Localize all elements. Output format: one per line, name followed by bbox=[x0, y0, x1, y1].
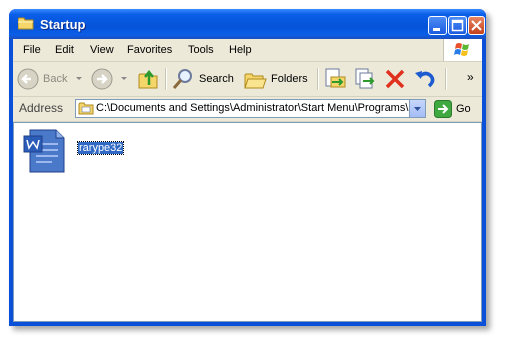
standard-toolbar: Back Search Folders » bbox=[13, 62, 482, 97]
undo-button[interactable] bbox=[413, 66, 437, 92]
toolbar-separator bbox=[165, 68, 167, 90]
forward-dropdown-icon[interactable] bbox=[121, 77, 127, 81]
go-arrow-icon bbox=[434, 100, 452, 118]
menu-tools[interactable]: Tools bbox=[188, 44, 214, 56]
undo-icon bbox=[415, 71, 435, 88]
back-label: Back bbox=[43, 73, 68, 85]
back-button[interactable]: Back bbox=[17, 66, 67, 92]
forward-arrow-icon bbox=[91, 68, 113, 90]
move-to-icon bbox=[325, 68, 346, 88]
file-item[interactable]: rarype32 bbox=[22, 128, 125, 177]
folders-icon bbox=[244, 73, 267, 89]
menu-help[interactable]: Help bbox=[229, 44, 252, 56]
toolbar-separator bbox=[445, 68, 447, 90]
menu-favorites[interactable]: Favorites bbox=[127, 44, 172, 56]
folder-icon bbox=[78, 102, 94, 115]
search-icon bbox=[172, 69, 192, 89]
forward-button[interactable] bbox=[91, 66, 113, 92]
minimize-icon bbox=[433, 28, 440, 31]
menu-file[interactable]: File bbox=[23, 44, 41, 56]
menu-bar: File Edit View Favorites Tools Help bbox=[13, 39, 482, 62]
minimize-button[interactable] bbox=[428, 16, 447, 35]
toolbar-overflow-chevron[interactable]: » bbox=[467, 70, 474, 84]
up-folder-icon bbox=[138, 69, 158, 89]
window-title: Startup bbox=[40, 17, 86, 32]
title-bar[interactable]: Startup bbox=[9, 9, 486, 39]
go-button[interactable]: Go bbox=[434, 99, 471, 119]
move-to-button[interactable] bbox=[323, 66, 347, 92]
address-bar: Address C:\Documents and Settings\Admini… bbox=[13, 97, 482, 122]
maximize-icon bbox=[451, 19, 464, 32]
close-icon bbox=[471, 20, 482, 31]
address-label: Address bbox=[19, 101, 64, 115]
file-view[interactable]: rarype32 bbox=[13, 122, 482, 322]
explorer-window: Startup File Edit View Favorites Tools H… bbox=[9, 9, 486, 326]
word-document-icon bbox=[23, 129, 65, 173]
windows-flag-icon bbox=[454, 43, 469, 56]
toolbar-separator bbox=[317, 68, 319, 90]
folder-icon bbox=[18, 17, 34, 30]
back-dropdown-icon[interactable] bbox=[76, 77, 82, 81]
menu-view[interactable]: View bbox=[90, 44, 114, 56]
window-client: File Edit View Favorites Tools Help Back… bbox=[13, 39, 482, 322]
address-value: C:\Documents and Settings\Administrator\… bbox=[96, 102, 416, 114]
search-label: Search bbox=[199, 73, 234, 85]
delete-button[interactable] bbox=[383, 66, 407, 92]
back-arrow-icon bbox=[17, 68, 39, 90]
folders-label: Folders bbox=[271, 73, 308, 85]
folders-button[interactable]: Folders bbox=[243, 66, 308, 92]
search-button[interactable]: Search bbox=[171, 66, 234, 92]
address-input[interactable]: C:\Documents and Settings\Administrator\… bbox=[75, 99, 426, 118]
address-dropdown-button[interactable] bbox=[409, 100, 425, 117]
delete-icon bbox=[385, 69, 405, 89]
windows-logo bbox=[443, 39, 482, 61]
chevron-down-icon bbox=[414, 107, 421, 111]
maximize-button[interactable] bbox=[448, 16, 467, 35]
close-button[interactable] bbox=[468, 16, 485, 35]
copy-to-button[interactable] bbox=[353, 66, 377, 92]
file-name: rarype32 bbox=[76, 141, 125, 155]
go-label: Go bbox=[456, 103, 471, 115]
menu-edit[interactable]: Edit bbox=[55, 44, 74, 56]
up-folder-button[interactable] bbox=[137, 66, 161, 92]
copy-to-icon bbox=[355, 68, 375, 89]
